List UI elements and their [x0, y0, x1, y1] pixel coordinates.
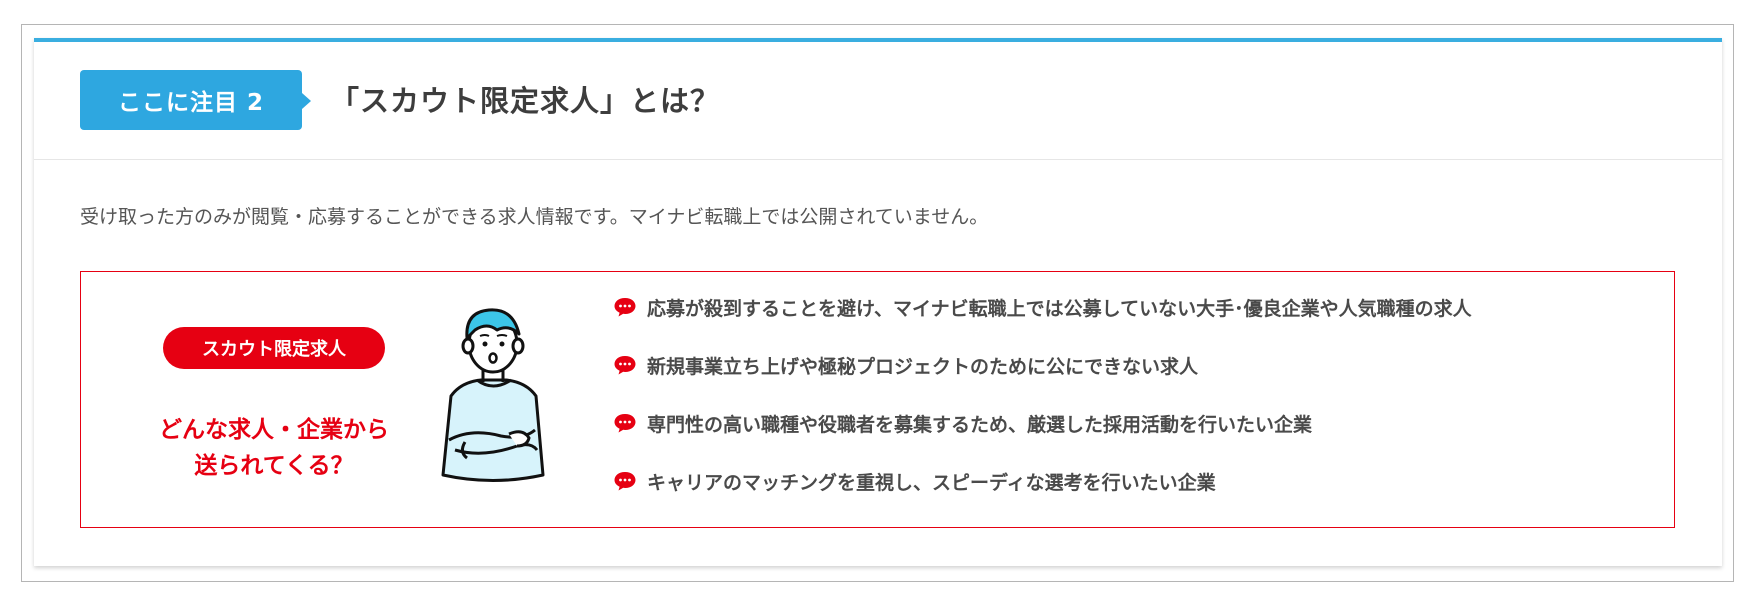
intro-text: 受け取った方のみが閲覧・応募することができる求人情報です。マイナビ転職上では公開… [80, 206, 989, 228]
person-arms-crossed-icon [441, 308, 545, 482]
speech-bubble-icon [614, 356, 636, 375]
speech-bubble-icon [614, 414, 636, 433]
list-item: 新規事業立ち上げや極秘プロジェクトのために公にできない求人 [613, 354, 1633, 412]
speech-bubble-icon [614, 298, 636, 317]
question-line-1: どんな求人・企業から [159, 417, 389, 443]
feature-card: ここに注目 2 「スカウト限定求人」とは？ 受け取った方のみが閲覧・応募すること… [34, 38, 1722, 566]
section-title: 「スカウト限定求人」とは？ [330, 84, 721, 118]
badge-arrow-icon [302, 93, 311, 109]
scout-reason-list: 応募が殺到することを避け、マイナビ転職上では公募していない大手･優良企業や人気職… [613, 296, 1633, 528]
list-item: 応募が殺到することを避け、マイナビ転職上では公募していない大手･優良企業や人気職… [613, 296, 1633, 354]
list-item-text: 応募が殺到することを避け、マイナビ転職上では公募していない大手･優良企業や人気職… [647, 298, 1472, 320]
question-line-2: 送られてくる？ [194, 453, 354, 479]
speech-bubble-icon [614, 472, 636, 491]
card-header: ここに注目 2 「スカウト限定求人」とは？ [34, 42, 1722, 160]
highlight-badge: ここに注目 2 [80, 70, 302, 130]
list-item-text: キャリアのマッチングを重視し、スピーディな選考を行いたい企業 [647, 472, 1216, 494]
scout-pill-label: スカウト限定求人 [163, 327, 385, 369]
list-item-text: 新規事業立ち上げや極秘プロジェクトのために公にできない求人 [647, 356, 1199, 378]
list-item: 専門性の高い職種や役職者を募集するため、厳選した採用活動を行いたい企業 [613, 412, 1633, 470]
question-heading: どんな求人・企業から 送られてくる？ [133, 412, 415, 484]
list-item-text: 専門性の高い職種や役職者を募集するため、厳選した採用活動を行いたい企業 [647, 414, 1313, 436]
scout-info-box: スカウト限定求人 どんな求人・企業から 送られてくる？ 応募が殺到することを避け… [80, 271, 1675, 528]
list-item: キャリアのマッチングを重視し、スピーディな選考を行いたい企業 [613, 470, 1633, 528]
